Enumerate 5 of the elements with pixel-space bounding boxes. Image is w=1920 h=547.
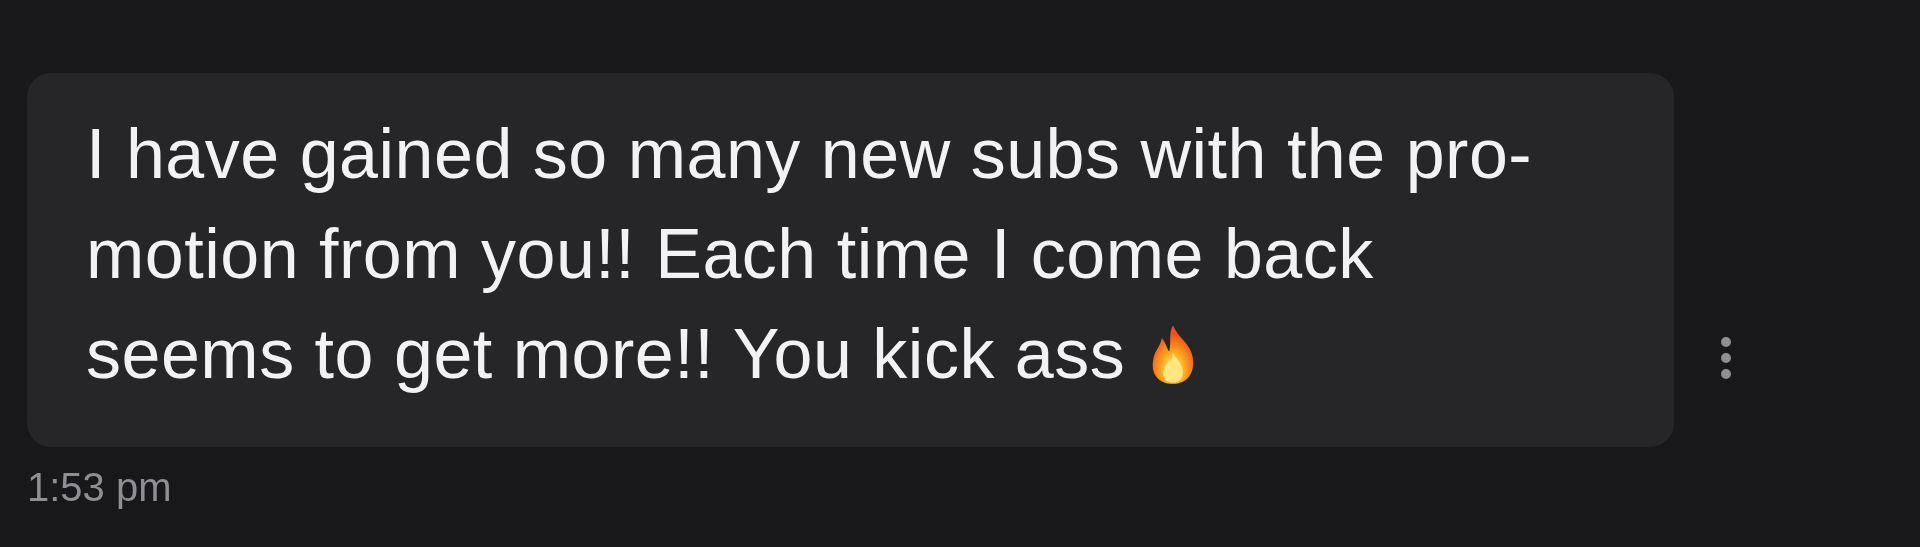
more-options-icon[interactable] bbox=[1720, 336, 1732, 380]
message-line: I have gained so many new subs with the pro- bbox=[86, 114, 1533, 195]
message-line: seems to get more!! You kick ass bbox=[86, 314, 1126, 395]
message-timestamp: 1:53 pm bbox=[27, 465, 173, 510]
message-line: motion from you!! Each time I come back bbox=[86, 214, 1374, 295]
